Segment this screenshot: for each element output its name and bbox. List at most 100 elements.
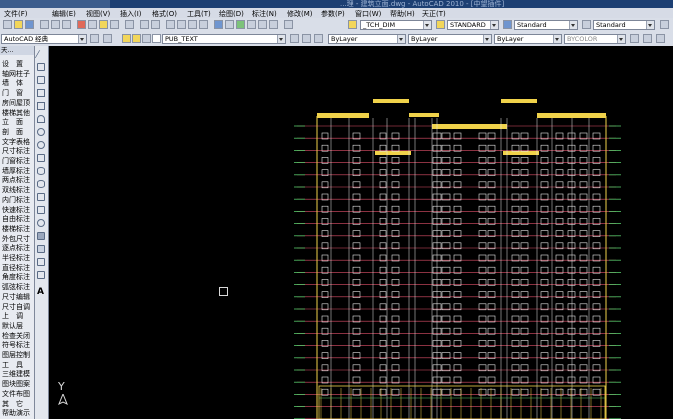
layer-previous-icon[interactable] <box>302 34 311 43</box>
workspace-settings-icon[interactable] <box>90 34 99 43</box>
layer-select[interactable]: PUB_TEXT <box>162 34 286 44</box>
zoom-realtime-icon[interactable] <box>177 20 186 29</box>
mleader-icon[interactable] <box>660 20 669 29</box>
toolbar-icon-c[interactable] <box>656 34 665 43</box>
lock-icon[interactable] <box>142 34 151 43</box>
palette-item[interactable]: 剖 面 <box>2 127 34 137</box>
palette-item[interactable]: 尺寸自调 <box>2 302 34 312</box>
palette-item[interactable]: 门 窗 <box>2 88 34 98</box>
palette-item[interactable]: 角度标注 <box>2 272 34 282</box>
block-editor-icon[interactable] <box>125 20 134 29</box>
palette-item[interactable]: 符号标注 <box>2 340 34 350</box>
palette-item[interactable]: 楼梯标注 <box>2 224 34 234</box>
quickcalc-icon[interactable] <box>269 20 278 29</box>
drawing-canvas[interactable] <box>49 46 673 419</box>
dimstyle-select[interactable]: _TCH_DIM <box>360 20 432 30</box>
redo-icon[interactable] <box>151 20 160 29</box>
insert-block-icon[interactable] <box>37 193 45 201</box>
save-icon[interactable] <box>25 20 34 29</box>
plot-icon[interactable] <box>40 20 49 29</box>
toolbar-icon-a[interactable] <box>630 34 639 43</box>
hatch-icon[interactable] <box>37 232 45 240</box>
palette-item[interactable]: 立 面 <box>2 117 34 127</box>
workspace-select[interactable]: AutoCAD 经典 <box>1 34 87 44</box>
layer-states-icon[interactable] <box>314 34 323 43</box>
palette-item[interactable]: 房间屋顶 <box>2 98 34 108</box>
zoom-window-icon[interactable] <box>188 20 197 29</box>
linetype-select[interactable]: ByLayer <box>408 34 492 44</box>
revcloud-icon[interactable] <box>37 141 45 149</box>
table-icon[interactable] <box>37 271 45 279</box>
lightbulb-icon[interactable] <box>122 34 131 43</box>
palette-item[interactable]: 尺寸标注 <box>2 146 34 156</box>
color-select[interactable]: ByLayer <box>328 34 406 44</box>
palette-item[interactable]: 逐点标注 <box>2 243 34 253</box>
sun-icon[interactable] <box>132 34 141 43</box>
spline-icon[interactable] <box>37 154 45 162</box>
palette-item[interactable]: 轴网柱子 <box>2 69 34 79</box>
markup-icon[interactable] <box>258 20 267 29</box>
cut-icon[interactable] <box>77 20 86 29</box>
palette-item[interactable]: 设 置 <box>2 59 34 69</box>
construction-line-icon[interactable] <box>37 63 45 71</box>
region-icon[interactable] <box>37 258 45 266</box>
zoom-previous-icon[interactable] <box>199 20 208 29</box>
arc-icon[interactable] <box>37 115 45 123</box>
new-icon[interactable] <box>3 20 12 29</box>
layer-properties-icon[interactable] <box>103 34 112 43</box>
palette-item[interactable]: 图层控制 <box>2 350 34 360</box>
mtext-icon[interactable]: A <box>37 288 45 297</box>
palette-item[interactable]: 工 具 <box>2 360 34 370</box>
undo-icon[interactable] <box>140 20 149 29</box>
publish-icon[interactable] <box>62 20 71 29</box>
palette-item[interactable]: 快速标注 <box>2 205 34 215</box>
palette-item[interactable]: 楼梯其他 <box>2 108 34 118</box>
palette-item[interactable]: 检查关闭 <box>2 331 34 341</box>
palette-item[interactable]: 文件布图 <box>2 389 34 399</box>
match-properties-icon[interactable] <box>110 20 119 29</box>
palette-item[interactable]: 上 调 <box>2 311 34 321</box>
polygon-icon[interactable] <box>37 89 45 97</box>
plotstyle-select[interactable]: BYCOLOR <box>564 34 626 44</box>
palette-item[interactable]: 尺寸编辑 <box>2 292 34 302</box>
pan-icon[interactable] <box>166 20 175 29</box>
gradient-icon[interactable] <box>37 245 45 253</box>
mleaderstyle-select[interactable]: Standard <box>593 20 655 30</box>
palette-item[interactable]: 直径标注 <box>2 263 34 273</box>
palette-item[interactable]: 图块图案 <box>2 379 34 389</box>
point-icon[interactable] <box>37 219 45 227</box>
palette-item[interactable]: 半径标注 <box>2 253 34 263</box>
tool-palettes-icon[interactable] <box>236 20 245 29</box>
palette-item[interactable]: 外包尺寸 <box>2 234 34 244</box>
palette-item[interactable]: 自由标注 <box>2 214 34 224</box>
palette-item[interactable]: 两点标注 <box>2 175 34 185</box>
palette-item[interactable]: 默认层 <box>2 321 34 331</box>
ellipse-arc-icon[interactable] <box>37 180 45 188</box>
palette-item[interactable]: 墙厚标注 <box>2 166 34 176</box>
open-icon[interactable] <box>14 20 23 29</box>
palette-item[interactable]: 弧弦标注 <box>2 282 34 292</box>
rectangle-icon[interactable] <box>37 102 45 110</box>
paste-icon[interactable] <box>99 20 108 29</box>
sheet-set-icon[interactable] <box>247 20 256 29</box>
lineweight-select[interactable]: ByLayer <box>494 34 562 44</box>
palette-item[interactable]: 内门标注 <box>2 195 34 205</box>
circle-icon[interactable] <box>37 128 45 136</box>
help-icon[interactable] <box>284 20 293 29</box>
palette-item[interactable]: 文字表格 <box>2 137 34 147</box>
toolbar-icon-b[interactable] <box>643 34 652 43</box>
palette-item[interactable]: 帮助演示 <box>2 408 34 418</box>
tablestyle-select[interactable]: Standard <box>514 20 578 30</box>
copy-icon[interactable] <box>88 20 97 29</box>
properties-icon[interactable] <box>214 20 223 29</box>
palette-item[interactable]: 其 它 <box>2 399 34 409</box>
quick-access-toolbar[interactable] <box>0 0 110 8</box>
line-icon[interactable] <box>34 50 48 58</box>
textstyle-select[interactable]: STANDARD <box>447 20 499 30</box>
palette-item[interactable]: 双线标注 <box>2 185 34 195</box>
palette-item[interactable]: 门窗标注 <box>2 156 34 166</box>
make-block-icon[interactable] <box>37 206 45 214</box>
preview-icon[interactable] <box>51 20 60 29</box>
make-current-icon[interactable] <box>290 34 299 43</box>
design-center-icon[interactable] <box>225 20 234 29</box>
